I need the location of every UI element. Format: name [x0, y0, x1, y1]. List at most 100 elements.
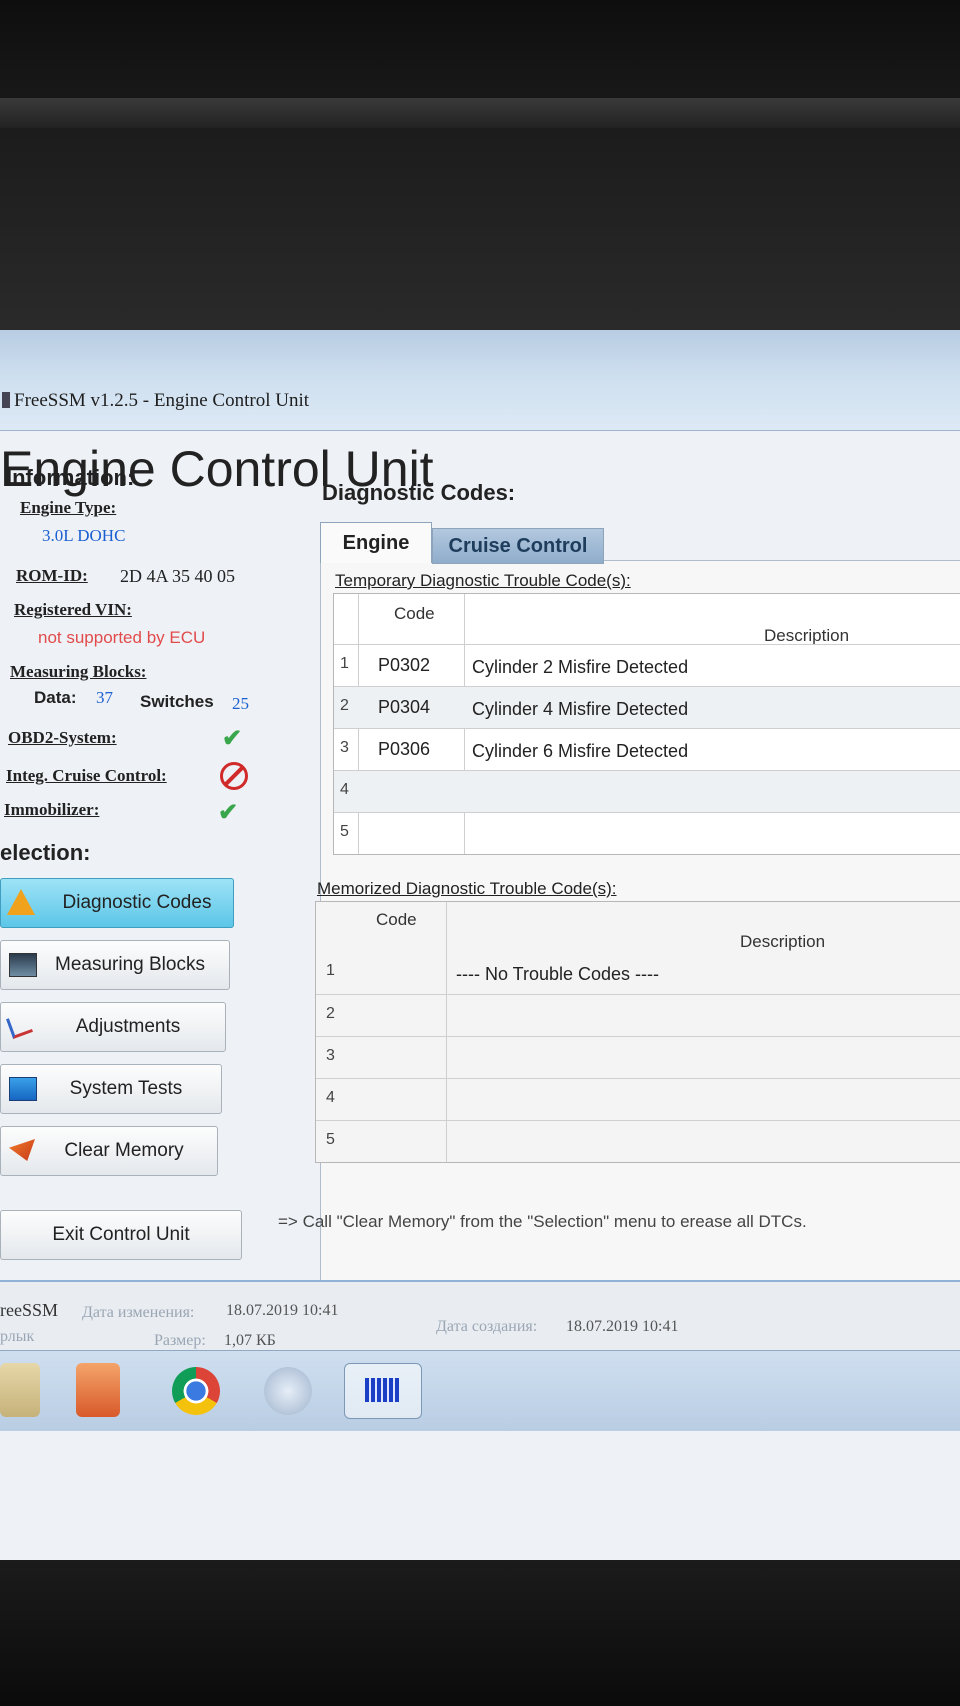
vin-label: Registered VIN:	[14, 600, 132, 619]
switches-value: 25	[232, 694, 249, 713]
exit-control-unit-button[interactable]: Exit Control Unit	[0, 1210, 242, 1260]
row-number: 5	[326, 1131, 335, 1148]
row-number: 4	[326, 1089, 335, 1106]
engine-type-label: Engine Type:	[20, 498, 117, 517]
app-icon	[2, 392, 10, 408]
modified-label: Дата изменения:	[82, 1304, 195, 1321]
tools-icon	[6, 1012, 33, 1039]
cruise-label: Integ. Cruise Control:	[6, 766, 167, 785]
chart-icon	[9, 953, 37, 977]
freessm-icon	[365, 1378, 399, 1402]
explorer-taskbar-icon[interactable]	[0, 1363, 40, 1417]
measuring-blocks-button[interactable]: Measuring Blocks	[0, 940, 230, 990]
data-value: 37	[96, 688, 113, 707]
dtc-description: Cylinder 2 Misfire Detected	[472, 657, 689, 677]
measuring-blocks-label: Measuring Blocks:	[10, 662, 147, 681]
no-entry-icon	[220, 762, 248, 790]
row-number: 2	[340, 697, 349, 714]
tab-engine[interactable]: Engine	[320, 522, 432, 563]
switches-label: Switches	[140, 692, 214, 711]
row-number: 3	[340, 739, 349, 756]
screen: FreeSSM v1.2.5 - Engine Control Unit Eng…	[0, 330, 960, 1562]
table-row[interactable]: 2	[316, 994, 960, 1037]
rom-id-value: 2D 4A 35 40 05	[120, 566, 236, 586]
obd2-label: OBD2-System:	[8, 728, 117, 747]
data-label: Data:	[34, 688, 77, 707]
dtc-code: P0306	[378, 739, 431, 759]
chrome-taskbar-icon[interactable]	[172, 1367, 228, 1421]
monitor-icon	[9, 1077, 37, 1101]
diagnostic-heading: Diagnostic Codes:	[322, 480, 516, 505]
engine-type-value: 3.0L DOHC	[42, 526, 126, 545]
dtc-code: P0304	[378, 697, 431, 717]
table-row[interactable]: 5	[334, 812, 960, 855]
monitor-bezel-bottom	[0, 1560, 960, 1706]
table-row[interactable]: 2 P0304 Cylinder 4 Misfire Detected	[334, 686, 960, 729]
row-number: 5	[340, 823, 349, 840]
table-row[interactable]: 1 ---- No Trouble Codes ----	[316, 952, 960, 994]
size-value: 1,07 КБ	[224, 1332, 276, 1349]
information-heading: Information:	[6, 465, 135, 490]
app-taskbar-icon[interactable]	[264, 1367, 312, 1415]
file-type: рлык	[0, 1328, 35, 1345]
immobilizer-label: Immobilizer:	[4, 800, 100, 819]
tab-cruise-control[interactable]: Cruise Control	[432, 528, 604, 564]
temporary-description-header: Description	[764, 626, 850, 645]
adjustments-button[interactable]: Adjustments	[0, 1002, 226, 1052]
table-row[interactable]: 1 P0302 Cylinder 2 Misfire Detected	[334, 644, 960, 687]
dtc-description: ---- No Trouble Codes ----	[456, 964, 660, 984]
monitor-bezel-ridge	[0, 98, 960, 128]
measuring-blocks-label: Measuring Blocks	[55, 954, 205, 975]
explorer-details-bar: reeSSM Дата изменения: 18.07.2019 10:41 …	[0, 1280, 960, 1354]
selection-heading: election:	[0, 840, 91, 865]
created-label: Дата создания:	[436, 1318, 538, 1335]
clear-memory-button[interactable]: Clear Memory	[0, 1126, 218, 1176]
created-value: 18.07.2019 10:41	[566, 1318, 679, 1335]
table-row[interactable]: 3	[316, 1036, 960, 1079]
table-row[interactable]: 4	[334, 770, 960, 813]
file-name: reeSSM	[0, 1300, 58, 1320]
vin-value: not supported by ECU	[38, 628, 206, 647]
adjustments-label: Adjustments	[75, 1016, 181, 1037]
freessm-taskbar-icon[interactable]	[344, 1363, 422, 1419]
row-number: 2	[326, 1005, 335, 1022]
temporary-dtc-label: Temporary Diagnostic Trouble Code(s):	[335, 571, 631, 590]
diagnostic-codes-label: Diagnostic Codes	[62, 892, 212, 913]
chrome-icon	[172, 1367, 220, 1415]
memorized-description-header: Description	[740, 932, 826, 951]
table-row[interactable]: 3 P0306 Cylinder 6 Misfire Detected	[334, 728, 960, 771]
window-titlebar[interactable]: FreeSSM v1.2.5 - Engine Control Unit	[0, 330, 960, 431]
system-tests-button[interactable]: System Tests	[0, 1064, 222, 1114]
monitor-bezel-top	[0, 0, 960, 330]
window-title: FreeSSM v1.2.5 - Engine Control Unit	[14, 390, 310, 411]
taskbar	[0, 1350, 960, 1431]
eraser-icon	[9, 1139, 35, 1161]
rom-id-label: ROM-ID:	[16, 566, 88, 585]
memorized-code-header: Code	[376, 910, 417, 929]
modified-value: 18.07.2019 10:41	[226, 1302, 339, 1319]
memorized-dtc-label: Memorized Diagnostic Trouble Code(s):	[317, 879, 617, 898]
row-number: 1	[340, 655, 349, 672]
size-label: Размер:	[154, 1332, 206, 1349]
temporary-dtc-table: Code Description 1 P0302 Cylinder 2 Misf…	[333, 593, 960, 855]
warning-icon	[7, 889, 35, 915]
clear-memory-hint: => Call "Clear Memory" from the "Selecti…	[278, 1212, 807, 1231]
row-number: 4	[340, 781, 349, 798]
engine-tab-panel: Temporary Diagnostic Trouble Code(s): Co…	[315, 560, 960, 1367]
system-tests-label: System Tests	[69, 1078, 183, 1099]
dtc-description: Cylinder 4 Misfire Detected	[472, 699, 689, 719]
diagnostic-codes-button[interactable]: Diagnostic Codes	[0, 878, 234, 928]
row-number: 1	[326, 962, 335, 979]
row-number: 3	[326, 1047, 335, 1064]
table-row[interactable]: 4	[316, 1078, 960, 1121]
temporary-code-header: Code	[394, 604, 435, 623]
table-row[interactable]: 5	[316, 1120, 960, 1163]
clear-memory-label: Clear Memory	[64, 1140, 184, 1161]
check-icon: ✔	[218, 799, 239, 826]
exit-control-unit-label: Exit Control Unit	[52, 1224, 190, 1245]
dtc-code: P0302	[378, 655, 431, 675]
media-player-taskbar-icon[interactable]	[76, 1363, 120, 1417]
memorized-dtc-table: Code Description 1 ---- No Trouble Codes…	[315, 901, 960, 1163]
check-icon: ✔	[222, 725, 243, 752]
dtc-description: Cylinder 6 Misfire Detected	[472, 741, 689, 761]
